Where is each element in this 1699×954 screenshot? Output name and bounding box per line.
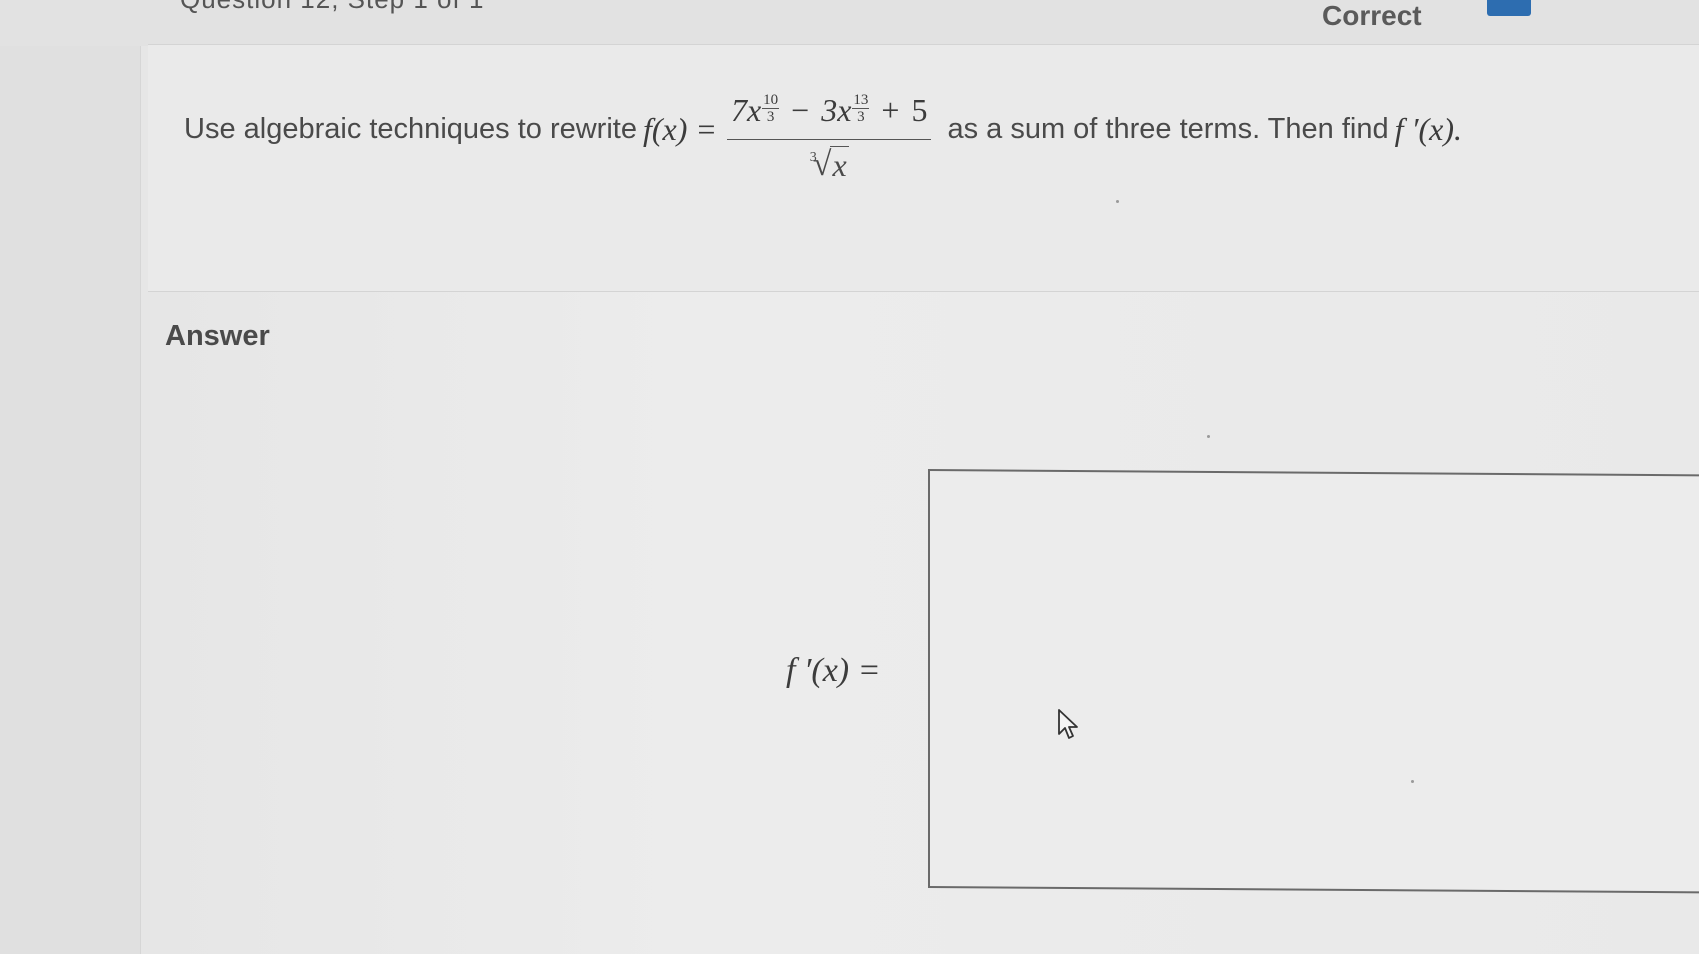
screen-speck xyxy=(1116,200,1119,203)
term1-coefficient: 7x xyxy=(730,92,762,128)
term2-coefficient: 3x xyxy=(821,92,852,128)
status-correct-label: Correct xyxy=(1322,0,1422,31)
function-lhs: f(x) = xyxy=(642,110,717,147)
function-fraction: 7x 10 3 − 3x 13 3 + 5 3 √ x xyxy=(726,74,932,184)
answer-input-label: f ′(x) = xyxy=(786,652,881,690)
page: Question 12, Step 1 of 1 Correct Use alg… xyxy=(0,0,1699,954)
numerator-op-2: + xyxy=(881,92,900,128)
question-suffix: as a sum of three terms. Then find xyxy=(947,112,1389,145)
fraction-denominator: 3 √ x xyxy=(810,140,849,184)
answer-input-box[interactable] xyxy=(928,469,1699,894)
term1-exponent: 10 3 xyxy=(762,92,780,125)
numerator-op-1: − xyxy=(791,92,810,128)
question-prefix: Use algebraic techniques to rewrite xyxy=(184,112,637,145)
numerator-term-3: 5 xyxy=(911,92,928,128)
term2-exp-numerator: 13 xyxy=(852,92,870,109)
top-action-button[interactable] xyxy=(1487,0,1531,16)
answer-section-label: Answer xyxy=(165,320,270,352)
screen-speck xyxy=(1207,435,1210,438)
term1-exp-denominator: 3 xyxy=(766,109,775,125)
derivative-reference: f ′(x). xyxy=(1394,110,1462,147)
left-gutter xyxy=(0,0,141,954)
term1-exp-numerator: 10 xyxy=(762,92,780,109)
mouse-pointer-icon xyxy=(1057,708,1079,747)
numerator-term-1: 7x 10 3 xyxy=(730,74,780,129)
fraction-numerator: 7x 10 3 − 3x 13 3 + 5 xyxy=(726,74,932,140)
term2-exponent: 13 3 xyxy=(852,92,870,125)
term2-exp-denominator: 3 xyxy=(857,109,865,125)
radicand: x xyxy=(830,146,849,183)
screen-speck xyxy=(1411,780,1414,783)
question-statement: Use algebraic techniques to rewrite f(x)… xyxy=(178,74,1462,184)
root-index: 3 xyxy=(809,150,817,165)
cube-root: 3 √ x xyxy=(810,146,849,184)
question-header-cut: Question 12, Step 1 of 1 xyxy=(180,0,484,15)
top-strip: Question 12, Step 1 of 1 xyxy=(0,0,1699,46)
numerator-term-2: 3x 13 3 xyxy=(821,74,870,129)
fprime-expression: f ′(x) = xyxy=(786,652,881,689)
